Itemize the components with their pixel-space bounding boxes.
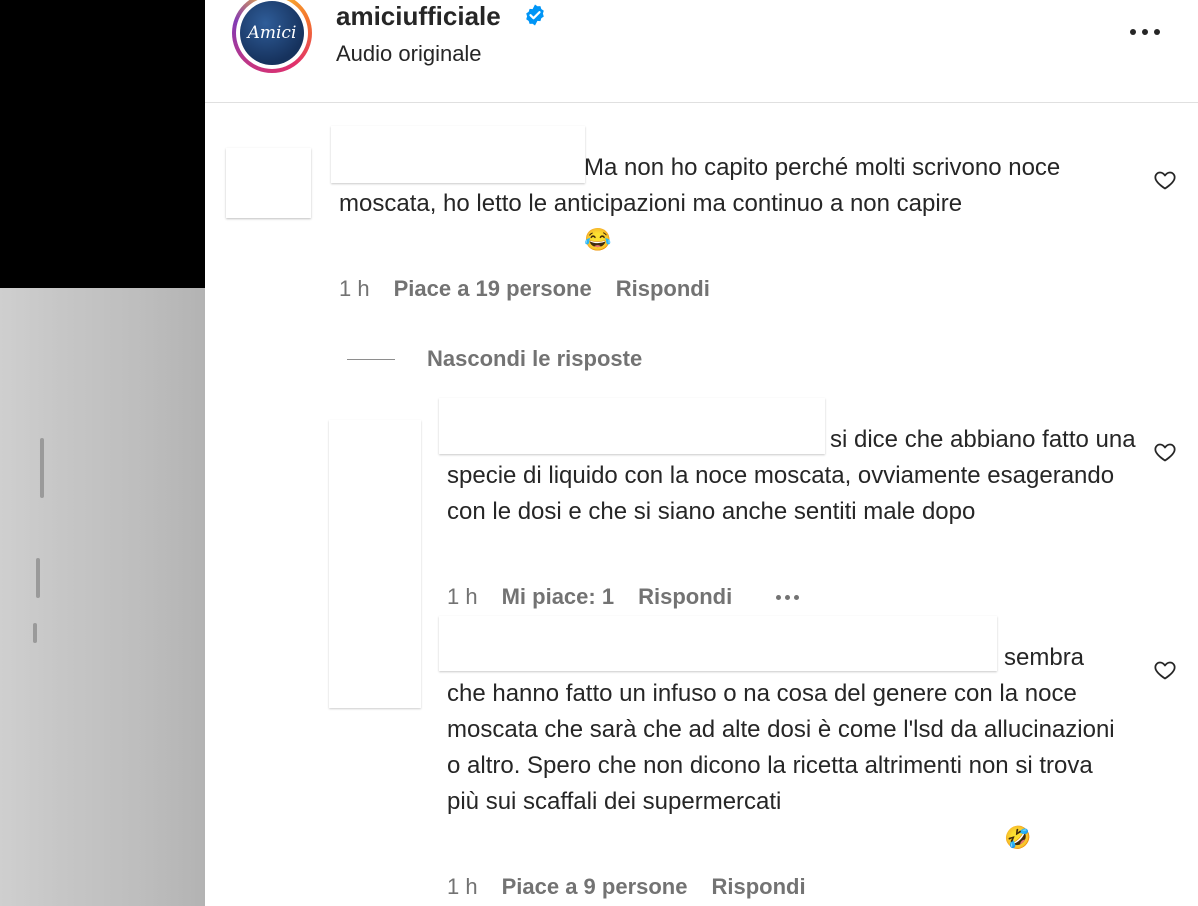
reply-likes[interactable]: Piace a 9 persone	[502, 874, 688, 900]
heart-icon[interactable]	[1153, 658, 1177, 682]
video-player[interactable]	[0, 0, 205, 906]
hide-replies-button[interactable]: Nascondi le risposte	[427, 346, 642, 372]
laughing-emoji: 😂	[584, 227, 612, 252]
comment-time: 1 h	[339, 276, 370, 301]
reply-meta: 1 h Mi piace: 1 Rispondi	[447, 584, 800, 610]
comment-text: Ma non ho capito perché molti scrivono n…	[339, 150, 1119, 258]
reply-meta: 1 h Piace a 9 persone Rispondi	[447, 874, 806, 900]
heart-icon[interactable]	[1153, 440, 1177, 464]
video-artifact	[40, 438, 44, 498]
comment-likes[interactable]: Piace a 19 persone	[394, 276, 592, 302]
video-frame	[0, 288, 205, 906]
comment-meta: 1 h Piace a 19 persone Rispondi	[339, 276, 710, 302]
video-artifact	[36, 558, 40, 598]
video-artifact	[33, 623, 37, 643]
reply-text: si dice che abbiano fatto una specie di …	[447, 426, 1136, 525]
post-header: Amici amiciufficiale Audio originale	[205, 0, 1198, 103]
comment-avatar[interactable]	[226, 148, 311, 218]
reply-button[interactable]: Rispondi	[616, 276, 710, 302]
replies-divider	[347, 359, 395, 360]
username-link[interactable]: amiciufficiale	[336, 0, 501, 32]
heart-icon[interactable]	[1153, 168, 1177, 192]
comments-panel: Amici amiciufficiale Audio originale Ma …	[205, 0, 1198, 906]
audio-label[interactable]: Audio originale	[336, 40, 482, 68]
rofl-emoji: 🤣	[1004, 825, 1032, 850]
verified-badge-icon	[526, 4, 544, 26]
reply-time: 1 h	[447, 874, 478, 899]
reply-button[interactable]: Rispondi	[638, 584, 732, 610]
avatar[interactable]: Amici	[232, 0, 312, 73]
logo-text: Amici	[247, 23, 297, 43]
amici-logo: Amici	[240, 1, 304, 65]
ellipsis-horizontal-icon[interactable]	[1130, 22, 1170, 42]
reply-text: sembra che hanno fatto un infuso o na co…	[447, 640, 1127, 856]
reply-time: 1 h	[447, 584, 478, 609]
reply-button[interactable]: Rispondi	[711, 874, 805, 900]
reply-avatar[interactable]	[329, 420, 421, 708]
reply-likes[interactable]: Mi piace: 1	[502, 584, 614, 610]
more-options-icon[interactable]	[776, 594, 800, 600]
